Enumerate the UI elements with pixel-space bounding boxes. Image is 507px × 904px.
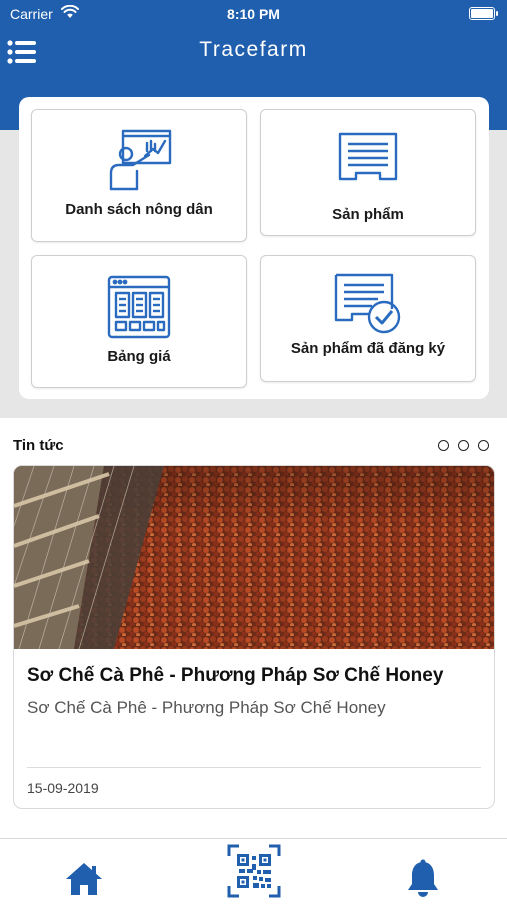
tile-label: Sản phẩm — [332, 206, 404, 223]
app-title: Tracefarm — [199, 38, 308, 61]
home-icon — [66, 863, 102, 895]
document-icon — [338, 132, 398, 181]
bell-icon — [408, 859, 438, 897]
qr-code-icon — [227, 844, 281, 898]
tile-label: Danh sách nông dân — [65, 201, 213, 218]
news-section-title: Tin tức — [13, 437, 64, 454]
news-card[interactable]: Sơ Chế Cà Phê - Phương Pháp Sơ Chế Honey… — [13, 465, 495, 809]
divider — [27, 767, 481, 768]
pager-dot[interactable] — [458, 440, 469, 451]
news-headline: Sơ Chế Cà Phê - Phương Pháp Sơ Chế Honey — [27, 665, 444, 686]
battery-icon — [469, 7, 498, 20]
news-image — [14, 466, 494, 649]
tab-bar — [0, 838, 507, 901]
status-bar: Carrier 8:10 PM — [0, 0, 507, 28]
tab-home[interactable] — [64, 861, 104, 897]
tile-label: Bảng giá — [107, 348, 171, 365]
price-table-icon — [107, 275, 171, 339]
farmer-presentation-icon — [109, 129, 172, 191]
news-subtitle: Sơ Chế Cà Phê - Phương Pháp Sơ Chế Honey — [27, 698, 386, 717]
tile-price-list[interactable]: Bảng giá — [31, 255, 247, 388]
news-pager — [438, 440, 493, 454]
tile-farmer-list[interactable]: Danh sách nông dân — [31, 109, 247, 242]
tile-products[interactable]: Sản phẩm — [260, 109, 476, 236]
tab-notifications[interactable] — [405, 859, 441, 899]
tile-label: Sản phẩm đã đăng ký — [290, 340, 446, 357]
status-time: 8:10 PM — [227, 6, 280, 22]
menu-card: Danh sách nông dân Sản phẩm Bảng giá Sản… — [19, 97, 489, 399]
tab-qr-scan[interactable] — [227, 844, 281, 898]
news-date: 15-09-2019 — [27, 780, 99, 796]
pager-dot[interactable] — [478, 440, 489, 451]
pager-dot[interactable] — [438, 440, 449, 451]
tile-registered-products[interactable]: Sản phẩm đã đăng ký — [260, 255, 476, 382]
certified-document-icon — [334, 273, 401, 334]
